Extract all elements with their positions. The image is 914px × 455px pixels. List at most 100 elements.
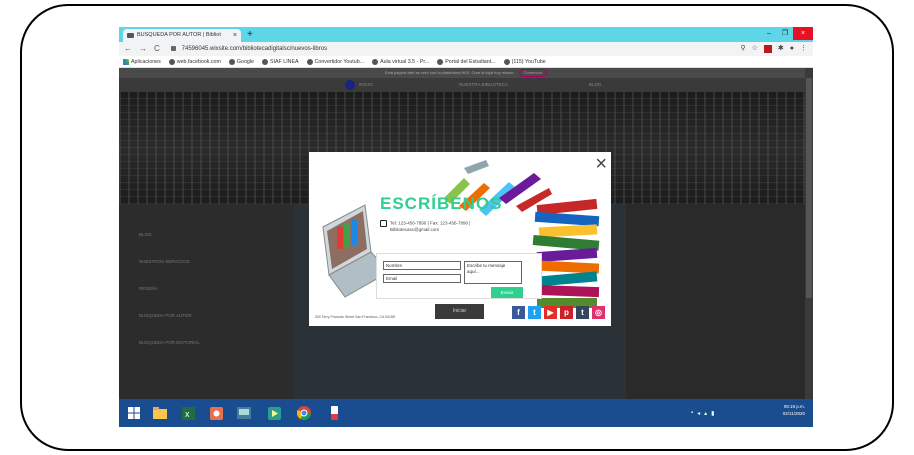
sidebar-item-autor[interactable]: BUSQUEDA POR AUTOR — [139, 313, 192, 318]
address-footnote: 500 Terry Francois Street San Francisco,… — [315, 315, 395, 319]
instagram-small-icon[interactable] — [380, 220, 387, 227]
instagram-icon[interactable]: ◎ — [592, 306, 605, 319]
extension-icon[interactable] — [763, 45, 772, 53]
bookmark-label: web.facebook.com — [176, 58, 221, 65]
nav-inicio[interactable]: INICIO — [359, 78, 373, 92]
bookmark-label: (115) YouTube — [511, 58, 546, 65]
browser-tab[interactable]: BUSQUEDA POR AUTOR | Bibliot × — [123, 29, 241, 42]
page-scrollbar[interactable] — [805, 68, 813, 399]
nav-biblioteca[interactable]: NUESTRA BIBLIOTECA — [459, 78, 508, 92]
bookmark-label: Aplicaciones — [131, 58, 161, 65]
site-logo-icon — [345, 80, 355, 90]
battery-icon[interactable]: ▮ — [711, 410, 714, 417]
bookmark-google[interactable]: Google — [228, 56, 255, 67]
bookmark-portal[interactable]: Portal del Estudiant... — [437, 56, 496, 67]
sidebar-menu: BLOG NUESTROS SERVICIOS RESEÑA BUSQUEDA … — [119, 204, 294, 399]
close-icon[interactable]: × — [595, 154, 607, 174]
paint-app-icon[interactable] — [325, 403, 343, 423]
youtube-icon[interactable]: ▶ — [544, 306, 557, 319]
windows-taskbar: x ▪ ◂ ▴ ▮ 09:19 p.m. 02/11/2020 — [119, 399, 813, 427]
sidebar-item-blog[interactable]: BLOG — [139, 232, 152, 237]
network-icon[interactable]: ▪ — [691, 410, 693, 417]
lock-icon — [171, 45, 176, 51]
search-icon[interactable]: ⚲ — [740, 42, 745, 56]
bookmark-label: Aula virtual 3.5 - Pr... — [380, 58, 430, 65]
network-app-icon[interactable] — [235, 403, 253, 423]
email-field[interactable]: Email — [383, 274, 461, 283]
file-explorer-icon[interactable] — [151, 403, 169, 423]
facebook-icon[interactable]: f — [512, 306, 525, 319]
message-field[interactable]: Escribe tu mensaje aquí... — [464, 261, 522, 284]
toolbar-icons: ⚲ ☆ ✱ ● ⋮ — [740, 42, 807, 56]
bookmark-label: Convertidor Youtub... — [314, 58, 365, 65]
start-button[interactable]: Iniciar — [435, 304, 484, 319]
twitter-icon[interactable]: t — [528, 306, 541, 319]
url-text: 74596045.wixsite.com/bibliotecadigitalsc… — [181, 46, 328, 52]
address-bar-row: ← → C 74596045.wixsite.com/bibliotecadig… — [119, 42, 813, 56]
globe-icon — [437, 58, 444, 65]
bookmark-siaf[interactable]: SIAF LINEA — [262, 56, 299, 67]
book-stack-illustration — [532, 198, 600, 308]
promo-text: Esta página web se creó con la plataform… — [384, 70, 514, 75]
chrome-icon[interactable] — [295, 403, 313, 423]
sidebar-item-resena[interactable]: RESEÑA — [139, 286, 158, 291]
bookmark-facebook[interactable]: web.facebook.com — [168, 56, 221, 67]
bookmark-aula-virtual[interactable]: Aula virtual 3.5 - Pr... — [372, 56, 429, 67]
start-icon[interactable] — [125, 403, 143, 423]
globe-icon — [228, 58, 235, 65]
window-close-button[interactable]: × — [793, 27, 813, 40]
star-icon[interactable]: ☆ — [752, 42, 758, 56]
clock-date: 02/11/2020 — [782, 411, 805, 416]
wix-favicon-icon — [127, 33, 134, 38]
maximize-button[interactable]: ❐ — [777, 27, 793, 40]
signal-icon[interactable]: ▴ — [704, 410, 707, 417]
contact-form: Nombre Email Escribe tu mensaje aquí... … — [376, 253, 542, 299]
excel-icon[interactable]: x — [179, 403, 197, 423]
clock[interactable]: 09:19 p.m. 02/11/2020 — [783, 403, 805, 417]
globe-icon — [262, 58, 269, 65]
promo-button[interactable]: Comenzar — [518, 69, 548, 77]
contact-email: Bibliotecasc@gmail.com — [390, 227, 440, 232]
bookmark-label: Google — [236, 58, 255, 65]
svg-text:x: x — [185, 409, 190, 419]
clock-time: 09:19 p.m. — [783, 404, 805, 409]
sidebar-item-editorial[interactable]: BUSQUEDA POR EDITORIAL — [139, 340, 200, 345]
forward-button[interactable]: → — [139, 42, 147, 56]
video-app-icon[interactable] — [265, 403, 283, 423]
pinterest-icon[interactable]: p — [560, 306, 573, 319]
nav-blog[interactable]: BLOG — [589, 78, 602, 92]
profile-icon[interactable]: ● — [790, 42, 794, 56]
sidebar-item-servicios[interactable]: NUESTROS SERVICIOS — [139, 259, 190, 264]
apps-icon — [123, 58, 129, 65]
globe-icon — [372, 58, 379, 65]
desktop-screen: BUSQUEDA POR AUTOR | Bibliot × + – ❐ × ←… — [119, 27, 813, 427]
send-button[interactable]: Enviar — [491, 287, 523, 298]
wix-promo-banner: Esta página web se creó con la plataform… — [119, 68, 813, 78]
media-player-icon[interactable] — [207, 403, 225, 423]
browser-tab-strip: BUSQUEDA POR AUTOR | Bibliot × + – ❐ × — [119, 27, 813, 42]
system-tray-icons: ▪ ◂ ▴ ▮ — [691, 410, 714, 417]
bookmark-convertidor[interactable]: Convertidor Youtub... — [306, 56, 365, 67]
tumblr-icon[interactable]: t — [576, 306, 589, 319]
puzzle-icon[interactable]: ✱ — [778, 42, 784, 56]
tab-close-icon[interactable]: × — [233, 29, 237, 42]
modal-title: ESCRÍBENOS — [380, 194, 503, 213]
new-tab-button[interactable]: + — [247, 27, 253, 42]
bookmark-apps[interactable]: Aplicaciones — [123, 56, 161, 67]
back-button[interactable]: ← — [124, 42, 132, 56]
site-nav: INICIO NUESTRA BIBLIOTECA BLOG — [119, 78, 813, 92]
scrollbar-thumb[interactable] — [806, 78, 812, 298]
name-field[interactable]: Nombre — [383, 261, 461, 270]
contact-phone: Tel: 123-456-7890 | Fax: 123-456-7890 | — [390, 220, 471, 226]
bookmarks-bar: Aplicaciones web.facebook.com Google SIA… — [119, 56, 813, 68]
bookmark-youtube[interactable]: (115) YouTube — [503, 56, 546, 67]
reload-button[interactable]: C — [154, 42, 160, 56]
tab-title: BUSQUEDA POR AUTOR | Bibliot — [137, 32, 221, 38]
contact-lightbox: × ESCRÍBENOS Tel: 123-456-7890 | Fax: 12… — [309, 152, 611, 326]
minimize-button[interactable]: – — [761, 27, 777, 40]
menu-icon[interactable]: ⋮ — [800, 42, 807, 56]
globe-icon — [503, 58, 510, 65]
volume-icon[interactable]: ◂ — [697, 410, 700, 417]
window-controls: – ❐ × — [761, 27, 813, 40]
url-field[interactable]: 74596045.wixsite.com/bibliotecadigitalsc… — [171, 44, 731, 54]
